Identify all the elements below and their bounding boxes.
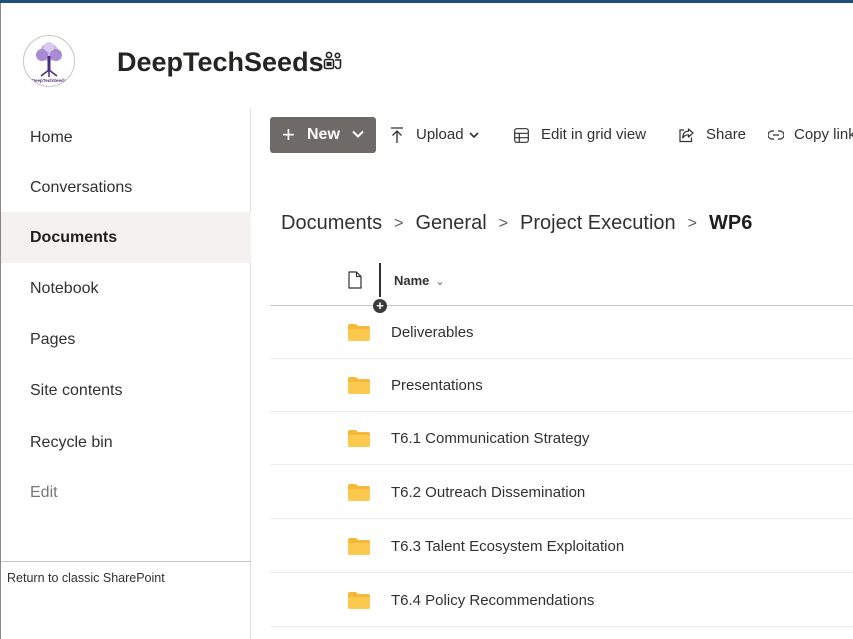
chevron-right-icon: >	[687, 215, 697, 232]
list-item[interactable]: T6.4 Policy Recommendations	[270, 574, 853, 627]
nav-item-edit[interactable]: Edit	[1, 467, 251, 518]
nav-item-recycle-bin[interactable]: Recycle bin	[1, 417, 251, 468]
list-item[interactable]: T6.1 Communication Strategy	[270, 412, 853, 465]
new-button[interactable]: + New	[270, 117, 376, 153]
chevron-down-icon	[352, 130, 364, 138]
name-column-label: Name	[394, 273, 430, 288]
share-icon	[679, 128, 694, 143]
file-type-icon[interactable]	[348, 271, 362, 289]
nav-item-documents[interactable]: Documents	[1, 212, 251, 263]
site-logo[interactable]: DeepTechSeeds	[23, 35, 75, 87]
copy-link-label: Copy link	[794, 126, 853, 143]
upload-button[interactable]: Upload	[390, 117, 494, 153]
list-item[interactable]: Deliverables	[270, 306, 853, 359]
folder-name[interactable]: T6.1 Communication Strategy	[391, 412, 589, 465]
chevron-down-icon	[469, 132, 479, 139]
folder-name[interactable]: Deliverables	[391, 306, 474, 359]
return-to-classic-link[interactable]: Return to classic SharePoint	[7, 571, 165, 585]
upload-label: Upload	[416, 126, 464, 143]
nav-item-conversations[interactable]: Conversations	[1, 162, 251, 213]
link-icon	[768, 130, 784, 140]
list-item[interactable]: T6.3 Talent Ecosystem Exploitation	[270, 520, 853, 573]
nav-item-notebook[interactable]: Notebook	[1, 263, 251, 314]
chevron-right-icon: >	[498, 215, 508, 232]
folder-icon	[348, 324, 370, 341]
command-bar: + New Upload Edit in grid view Share Cop…	[270, 117, 853, 155]
copy-link-button[interactable]: Copy link	[768, 117, 853, 153]
chevron-down-icon: ⌄	[435, 276, 445, 288]
grid-icon	[514, 128, 529, 143]
breadcrumb: Documents > General > Project Execution > WP6	[281, 212, 752, 235]
folder-name[interactable]: T6.2 Outreach Dissemination	[391, 466, 585, 519]
upload-icon	[391, 127, 403, 143]
edit-in-grid-view-button[interactable]: Edit in grid view	[514, 117, 664, 153]
nav-item-site-contents[interactable]: Site contents	[1, 365, 251, 416]
breadcrumb-current: WP6	[708, 212, 753, 234]
svg-text:DeepTechSeeds: DeepTechSeeds	[32, 78, 67, 83]
plus-icon: +	[282, 122, 295, 147]
name-column-header[interactable]: Name ⌄	[394, 273, 445, 288]
list-item[interactable]: Presentations	[270, 359, 853, 412]
new-button-label: New	[307, 126, 340, 143]
folder-name[interactable]: Presentations	[391, 359, 483, 412]
folder-icon	[348, 592, 370, 609]
breadcrumb-item-documents[interactable]: Documents	[281, 212, 382, 234]
list-header: + Name ⌄	[270, 260, 853, 313]
nav-item-pages[interactable]: Pages	[1, 314, 251, 365]
edit-in-grid-view-label: Edit in grid view	[541, 126, 647, 143]
nav-divider	[1, 561, 251, 562]
site-header: DeepTechSeeds DeepTechSeeds	[0, 3, 853, 109]
left-navigation: Home Conversations Documents Notebook Pa…	[0, 109, 251, 639]
share-label: Share	[706, 126, 747, 143]
list-item[interactable]: T6.2 Outreach Dissemination	[270, 466, 853, 519]
teams-group-icon[interactable]	[322, 50, 344, 72]
folder-name[interactable]: T6.4 Policy Recommendations	[391, 574, 594, 627]
folder-name[interactable]: T6.3 Talent Ecosystem Exploitation	[391, 520, 624, 573]
nav-item-home[interactable]: Home	[1, 112, 251, 163]
site-title[interactable]: DeepTechSeeds	[117, 47, 324, 78]
folder-icon	[348, 430, 370, 447]
folder-icon	[348, 484, 370, 501]
tree-logo-icon: DeepTechSeeds	[32, 42, 67, 83]
chevron-right-icon: >	[394, 215, 404, 232]
folder-icon	[348, 538, 370, 555]
breadcrumb-item-general[interactable]: General	[416, 212, 487, 234]
share-button[interactable]: Share	[678, 117, 758, 153]
column-divider[interactable]	[379, 263, 381, 297]
breadcrumb-item-project-execution[interactable]: Project Execution	[520, 212, 676, 234]
folder-icon	[348, 377, 370, 394]
